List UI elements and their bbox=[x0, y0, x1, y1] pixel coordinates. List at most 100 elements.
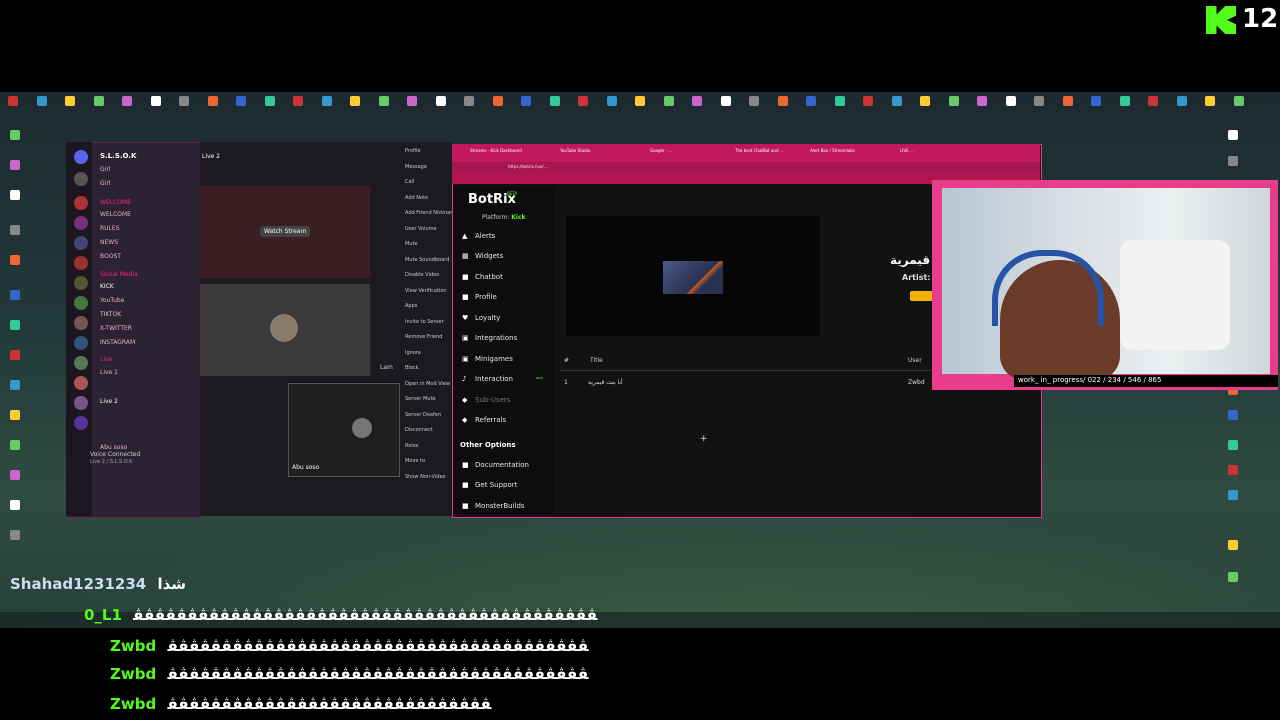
desktop-app-icon[interactable] bbox=[8, 96, 18, 106]
desktop-app-icon[interactable] bbox=[606, 96, 617, 106]
context-menu-item[interactable]: Roles bbox=[405, 443, 418, 449]
voice-channel[interactable]: Live 1 bbox=[100, 369, 118, 376]
context-menu-item[interactable]: Mute Soundboard bbox=[405, 257, 449, 263]
desktop-app-icon[interactable] bbox=[1228, 465, 1238, 475]
sidebar-item-loyalty[interactable]: ♥ Loyalty bbox=[462, 314, 500, 322]
sidebar-item-profile[interactable]: ■ Profile bbox=[462, 293, 497, 301]
context-menu-item[interactable]: Add Friend Nickname bbox=[405, 210, 458, 216]
desktop-app-icon[interactable] bbox=[977, 96, 987, 106]
channel-item[interactable]: KICK bbox=[100, 283, 114, 290]
desktop-app-icon[interactable] bbox=[663, 96, 674, 106]
desktop-app-icon[interactable] bbox=[891, 96, 902, 106]
server-icon[interactable] bbox=[74, 336, 88, 350]
desktop-app-icon[interactable] bbox=[1005, 96, 1016, 106]
desktop-app-icon[interactable] bbox=[10, 130, 20, 140]
context-menu-item[interactable]: Disable Video bbox=[405, 272, 439, 278]
desktop-app-icon[interactable] bbox=[749, 96, 759, 106]
desktop-app-icon[interactable] bbox=[920, 96, 930, 106]
channel-item[interactable]: TIKTOK bbox=[100, 311, 121, 318]
server-icon[interactable] bbox=[74, 216, 88, 230]
context-menu-item[interactable]: Move to bbox=[405, 458, 425, 464]
desktop-app-icon[interactable] bbox=[10, 350, 20, 360]
sidebar-item-alerts[interactable]: ▲ Alerts bbox=[462, 232, 495, 240]
context-menu-item[interactable]: Server Deafen bbox=[405, 412, 441, 418]
desktop-app-icon[interactable] bbox=[1228, 540, 1238, 550]
server-icon[interactable] bbox=[74, 376, 88, 390]
url-text[interactable]: https://botrix.live/... bbox=[508, 164, 548, 169]
desktop-app-icon[interactable] bbox=[10, 190, 20, 200]
server-icon[interactable] bbox=[74, 276, 88, 290]
channel-item[interactable]: Girl bbox=[100, 180, 110, 187]
context-menu-item[interactable]: Disconnect bbox=[405, 427, 433, 433]
address-bar[interactable]: https://botrix.live/... bbox=[452, 162, 1040, 174]
desktop-app-icon[interactable] bbox=[521, 96, 531, 106]
context-menu-item[interactable]: Profile bbox=[405, 148, 421, 154]
context-menu-item[interactable]: Server Mute bbox=[405, 396, 436, 402]
desktop-app-icon[interactable] bbox=[10, 255, 20, 265]
desktop-app-icon[interactable] bbox=[10, 290, 20, 300]
browser-tab[interactable]: LIVE ... bbox=[900, 148, 914, 153]
channel-category[interactable]: WELCOME bbox=[100, 199, 131, 206]
desktop-app-icon[interactable] bbox=[122, 96, 132, 106]
desktop-app-icon[interactable] bbox=[549, 96, 560, 106]
desktop-app-icon[interactable] bbox=[350, 96, 360, 106]
server-icon[interactable] bbox=[74, 172, 88, 186]
desktop-app-icon[interactable] bbox=[1228, 490, 1238, 500]
server-icon[interactable] bbox=[74, 196, 88, 210]
browser-tab[interactable]: Google - ... bbox=[650, 148, 672, 153]
desktop-app-icon[interactable] bbox=[150, 96, 161, 106]
desktop-app-icon[interactable] bbox=[777, 96, 788, 106]
desktop-app-icon[interactable] bbox=[635, 96, 645, 106]
desktop-app-icon[interactable] bbox=[179, 96, 189, 106]
desktop-app-icon[interactable] bbox=[207, 96, 218, 106]
desktop-app-icon[interactable] bbox=[464, 96, 474, 106]
sidebar-item-interaction[interactable]: ♪ Interaction bbox=[462, 375, 513, 383]
context-menu-item[interactable]: Message bbox=[405, 164, 427, 170]
other-option-item[interactable]: ■ Get Support bbox=[462, 481, 517, 489]
voice-member[interactable]: Abu soso bbox=[100, 444, 127, 451]
other-option-item[interactable]: ■ MonsterBuilds bbox=[462, 502, 525, 510]
sidebar-item-integrations[interactable]: ▣ Integrations bbox=[462, 334, 517, 342]
desktop-app-icon[interactable] bbox=[1228, 156, 1238, 166]
channel-item[interactable]: RULES bbox=[100, 225, 120, 232]
server-icon[interactable] bbox=[74, 256, 88, 270]
desktop-app-icon[interactable] bbox=[492, 96, 503, 106]
channel-item[interactable]: NEWS bbox=[100, 239, 118, 246]
desktop-app-icon[interactable] bbox=[1228, 440, 1238, 450]
channel-item[interactable]: WELCOME bbox=[100, 211, 131, 218]
channel-category[interactable]: Social Media bbox=[100, 271, 138, 278]
desktop-app-icon[interactable] bbox=[407, 96, 417, 106]
voice-channel[interactable]: Live 2 bbox=[100, 398, 118, 405]
desktop-app-icon[interactable] bbox=[863, 96, 873, 106]
desktop-app-icon[interactable] bbox=[10, 500, 20, 510]
server-icon[interactable] bbox=[74, 236, 88, 250]
context-menu-item[interactable]: Mute bbox=[405, 241, 418, 247]
channel-item[interactable]: YouTube bbox=[100, 297, 124, 304]
desktop-app-icon[interactable] bbox=[1228, 410, 1238, 420]
sidebar-item-widgets[interactable]: ▦ Widgets bbox=[462, 252, 503, 260]
desktop-app-icon[interactable] bbox=[10, 380, 20, 390]
channel-item[interactable]: X-TWITTER bbox=[100, 325, 132, 332]
desktop-app-icon[interactable] bbox=[10, 225, 20, 235]
channel-item[interactable]: INSTAGRAM bbox=[100, 339, 135, 346]
desktop-app-icon[interactable] bbox=[435, 96, 446, 106]
desktop-app-icon[interactable] bbox=[36, 96, 47, 106]
sidebar-item-referrals[interactable]: ◆ Referrals bbox=[462, 416, 506, 424]
server-icon[interactable] bbox=[74, 356, 88, 370]
desktop-app-icon[interactable] bbox=[806, 96, 816, 106]
server-icon[interactable] bbox=[74, 396, 88, 410]
other-option-item[interactable]: ■ Documentation bbox=[462, 461, 529, 469]
browser-tab[interactable]: YouTube Studio bbox=[560, 148, 590, 153]
context-menu-item[interactable]: Add Note bbox=[405, 195, 428, 201]
sidebar-item-minigames[interactable]: ▣ Minigames bbox=[462, 355, 513, 363]
browser-tab[interactable]: Alert Box / Streamlabs bbox=[810, 148, 855, 153]
server-icon[interactable] bbox=[74, 296, 88, 310]
context-menu-item[interactable]: Ignore bbox=[405, 350, 421, 356]
context-menu-item[interactable]: User Volume bbox=[405, 226, 437, 232]
sidebar-item-chatbot[interactable]: ■ Chatbot bbox=[462, 273, 503, 281]
channel-item[interactable]: Girl bbox=[100, 166, 110, 173]
watch-stream-button[interactable]: Watch Stream bbox=[260, 226, 311, 237]
desktop-app-icon[interactable] bbox=[1062, 96, 1073, 106]
participant-tile[interactable] bbox=[288, 383, 400, 477]
browser-tab[interactable]: Streams - Kick Dashboard bbox=[470, 148, 522, 153]
